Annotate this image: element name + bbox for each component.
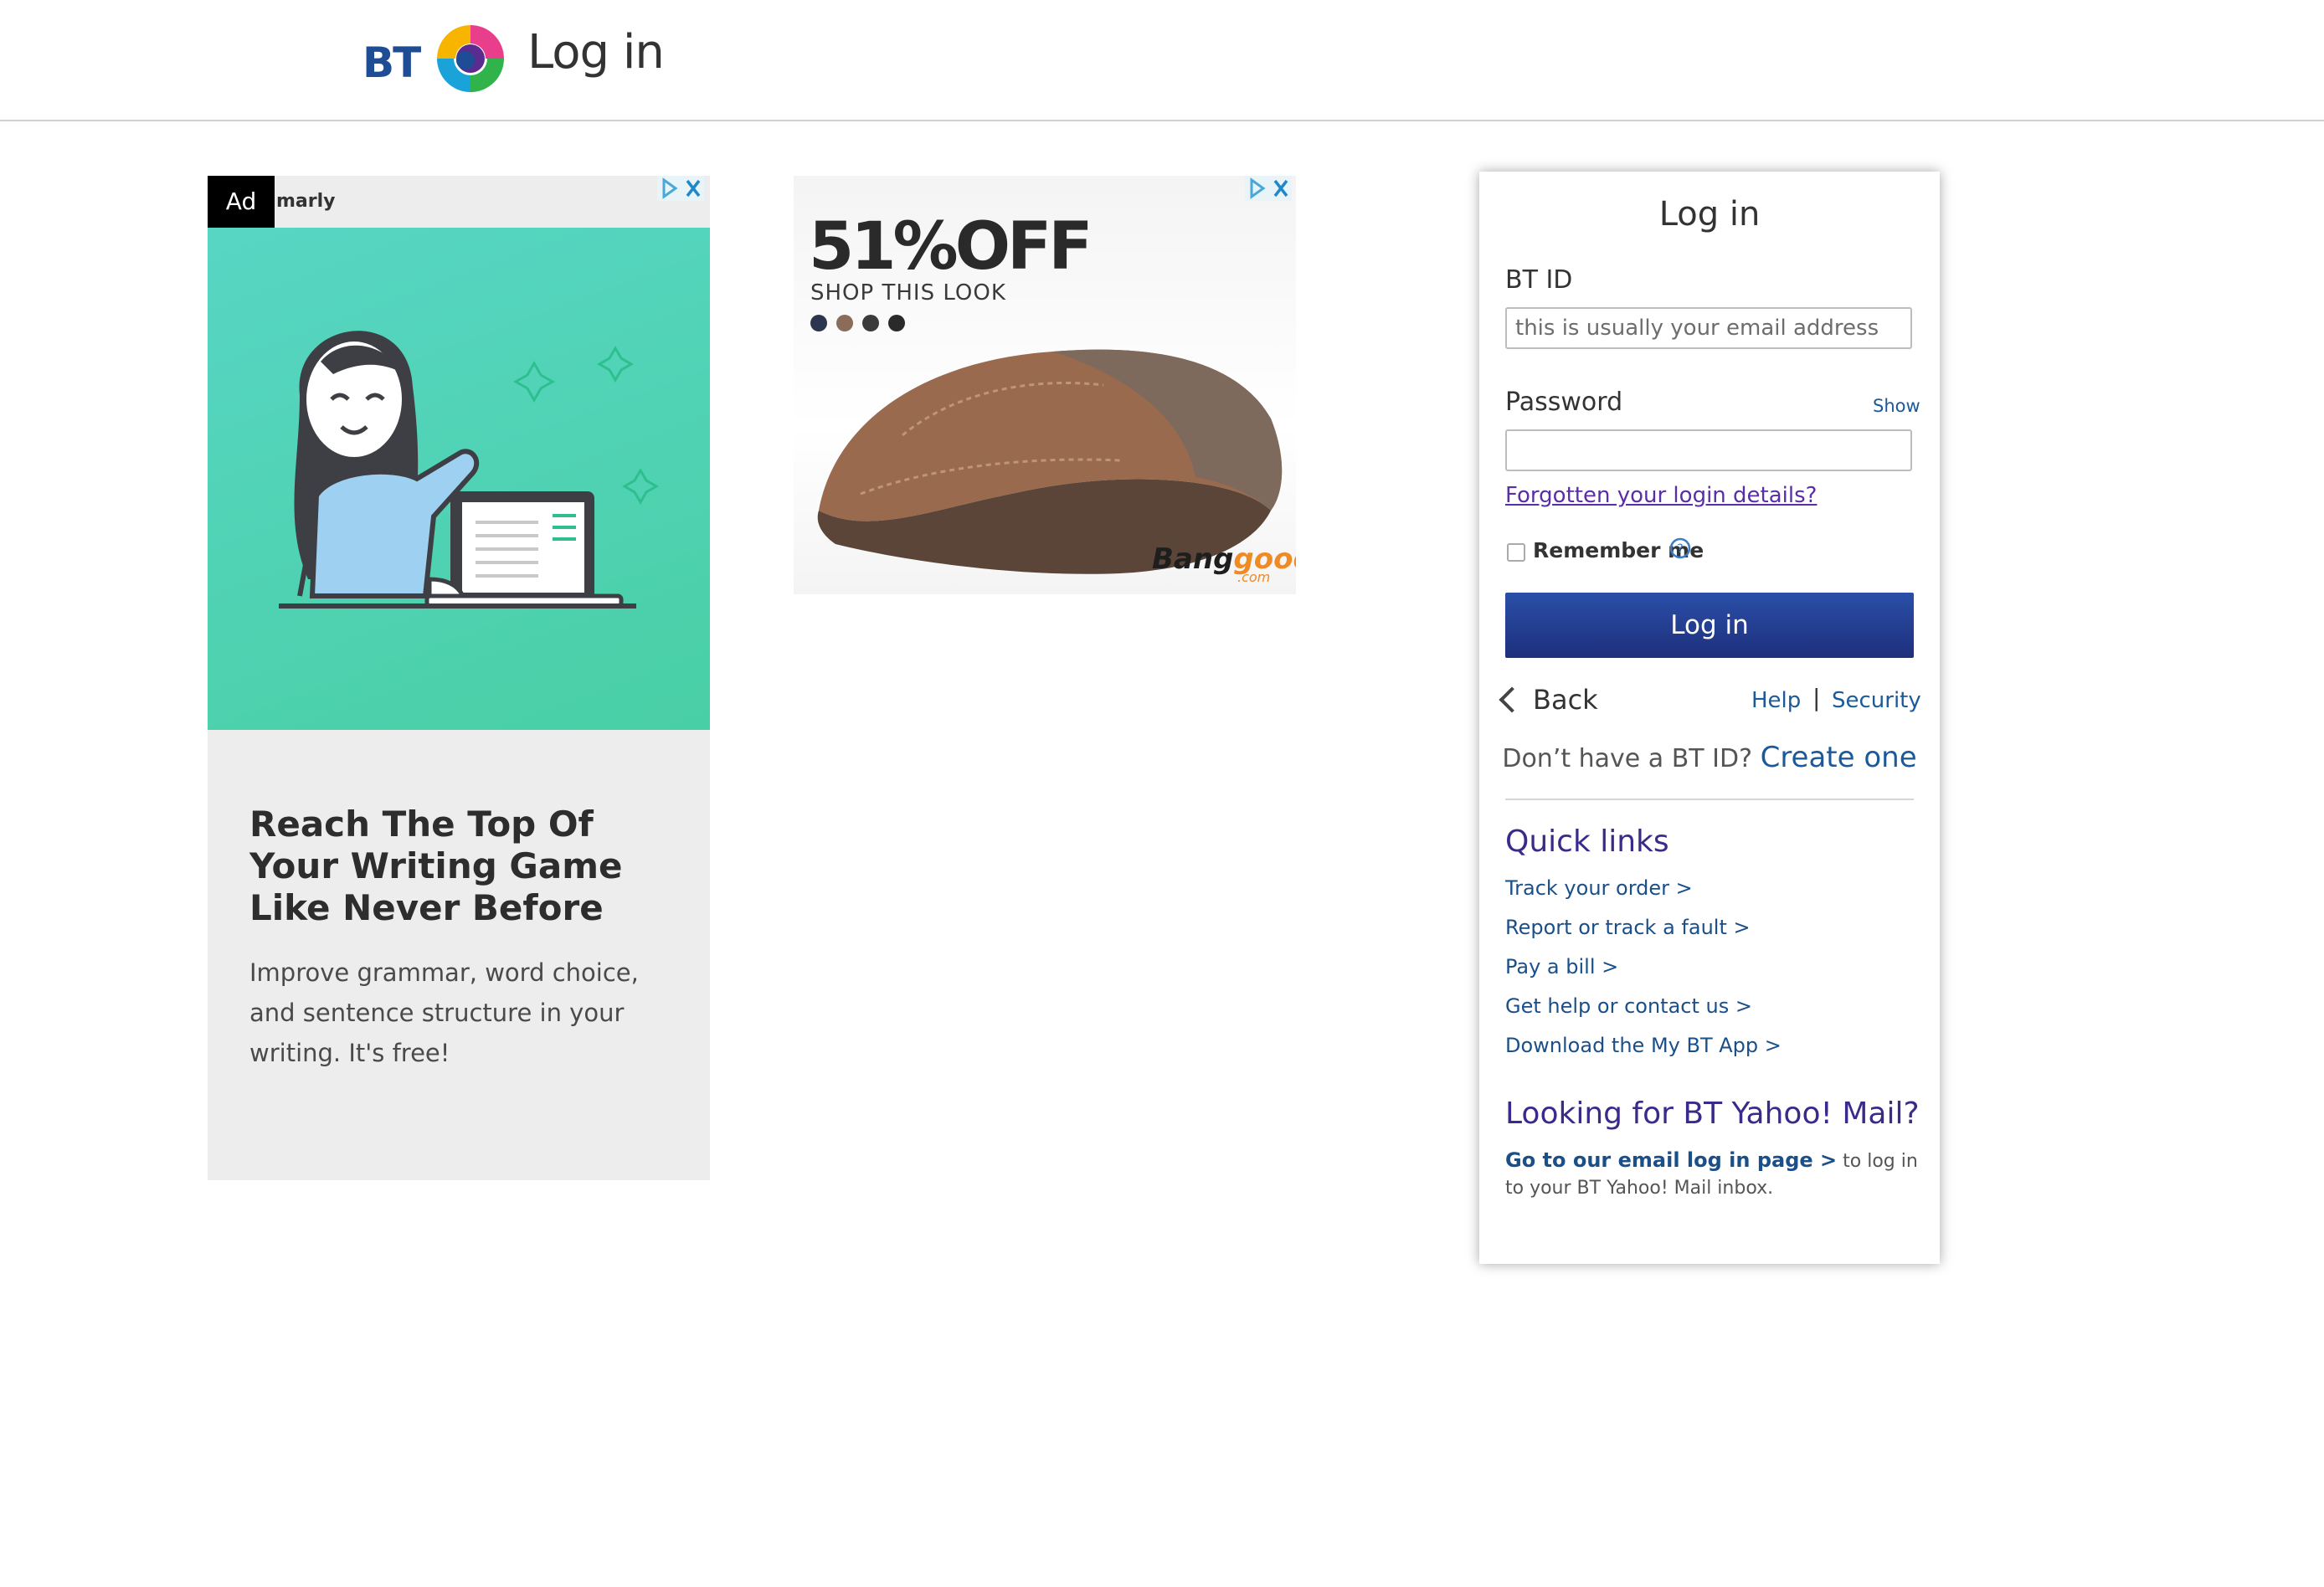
bt-globe-icon bbox=[437, 25, 504, 92]
brand-domain: .com bbox=[1237, 569, 1271, 585]
quick-link-get-help[interactable]: Get help or contact us > bbox=[1505, 994, 1752, 1018]
adchoices-icon[interactable] bbox=[657, 176, 704, 201]
yahoo-mail-title: Looking for BT Yahoo! Mail? bbox=[1505, 1097, 1920, 1131]
password-label: Password bbox=[1505, 388, 1623, 417]
svg-text:?: ? bbox=[1677, 542, 1683, 556]
help-link[interactable]: Help bbox=[1751, 688, 1801, 713]
help-question-icon[interactable]: ? bbox=[1668, 537, 1692, 560]
no-id-text: Don’t have a BT ID? bbox=[1502, 744, 1753, 773]
remember-me-checkbox[interactable] bbox=[1507, 543, 1525, 562]
bt-logo[interactable]: BT bbox=[362, 23, 505, 95]
ad-discount: 51%OFF bbox=[809, 209, 1093, 285]
chevron-left-icon bbox=[1499, 686, 1525, 713]
create-account-link[interactable]: Create one bbox=[1761, 741, 1917, 774]
ad-illustration[interactable] bbox=[208, 228, 710, 730]
link-separator: | bbox=[1812, 684, 1821, 711]
swatch-1 bbox=[810, 315, 827, 331]
show-password-link[interactable]: Show bbox=[1873, 396, 1920, 416]
swatch-4 bbox=[888, 315, 906, 331]
security-link[interactable]: Security bbox=[1832, 688, 1921, 713]
ad-brand: marly bbox=[276, 191, 336, 212]
color-swatches bbox=[810, 315, 910, 335]
ad-subtitle: SHOP THIS LOOK bbox=[810, 280, 1006, 306]
divider bbox=[1505, 799, 1914, 800]
bt-id-input[interactable] bbox=[1505, 307, 1912, 349]
back-label: Back bbox=[1533, 684, 1598, 716]
page-title: Log in bbox=[527, 25, 665, 80]
ad-brand-logo: Banggood bbox=[1152, 542, 1296, 576]
ad-top-bar: Ad marly bbox=[208, 176, 710, 228]
quick-links-title: Quick links bbox=[1505, 824, 1669, 859]
brand-prefix: Bang bbox=[1152, 542, 1234, 576]
ad-body-text: Improve grammar, word choice, and senten… bbox=[249, 958, 639, 1067]
yahoo-mail-text: Go to our email log in page > to log in … bbox=[1505, 1147, 1924, 1202]
quick-link-report-fault[interactable]: Report or track a fault > bbox=[1505, 916, 1751, 939]
login-title: Log in bbox=[1658, 195, 1761, 234]
bt-id-label: BT ID bbox=[1505, 265, 1573, 295]
swatch-3 bbox=[862, 315, 880, 331]
ad-badge: Ad bbox=[208, 176, 275, 228]
email-login-link[interactable]: Go to our email log in page > bbox=[1505, 1148, 1837, 1172]
login-panel: Log in BT ID Password Show Forgotten you… bbox=[1479, 172, 1940, 1264]
page-header: BT Log in bbox=[0, 0, 2324, 121]
swatch-2 bbox=[836, 315, 854, 331]
bt-logo-text: BT bbox=[362, 39, 421, 87]
quick-link-track-order[interactable]: Track your order > bbox=[1505, 876, 1693, 900]
woman-laptop-illustration bbox=[279, 331, 659, 609]
create-account-prompt: Don’t have a BT ID? Create one bbox=[1479, 741, 1940, 774]
back-link[interactable]: Back bbox=[1499, 684, 1598, 716]
password-input[interactable] bbox=[1505, 429, 1912, 471]
adchoices-icon[interactable] bbox=[1245, 176, 1292, 201]
ad-headline[interactable]: Reach The Top Of Your Writing Game Like … bbox=[249, 804, 685, 929]
quick-link-download-app[interactable]: Download the My BT App > bbox=[1505, 1034, 1782, 1057]
login-button[interactable]: Log in bbox=[1505, 593, 1914, 658]
quick-link-pay-bill[interactable]: Pay a bill > bbox=[1505, 955, 1618, 978]
banggood-ad[interactable]: 51%OFF SHOP THIS LOOK Banggood .com bbox=[794, 176, 1296, 594]
grammarly-ad[interactable]: Ad marly Reach The Top Of Your Writing G… bbox=[208, 176, 710, 1180]
forgot-login-link[interactable]: Forgotten your login details? bbox=[1505, 483, 1817, 508]
